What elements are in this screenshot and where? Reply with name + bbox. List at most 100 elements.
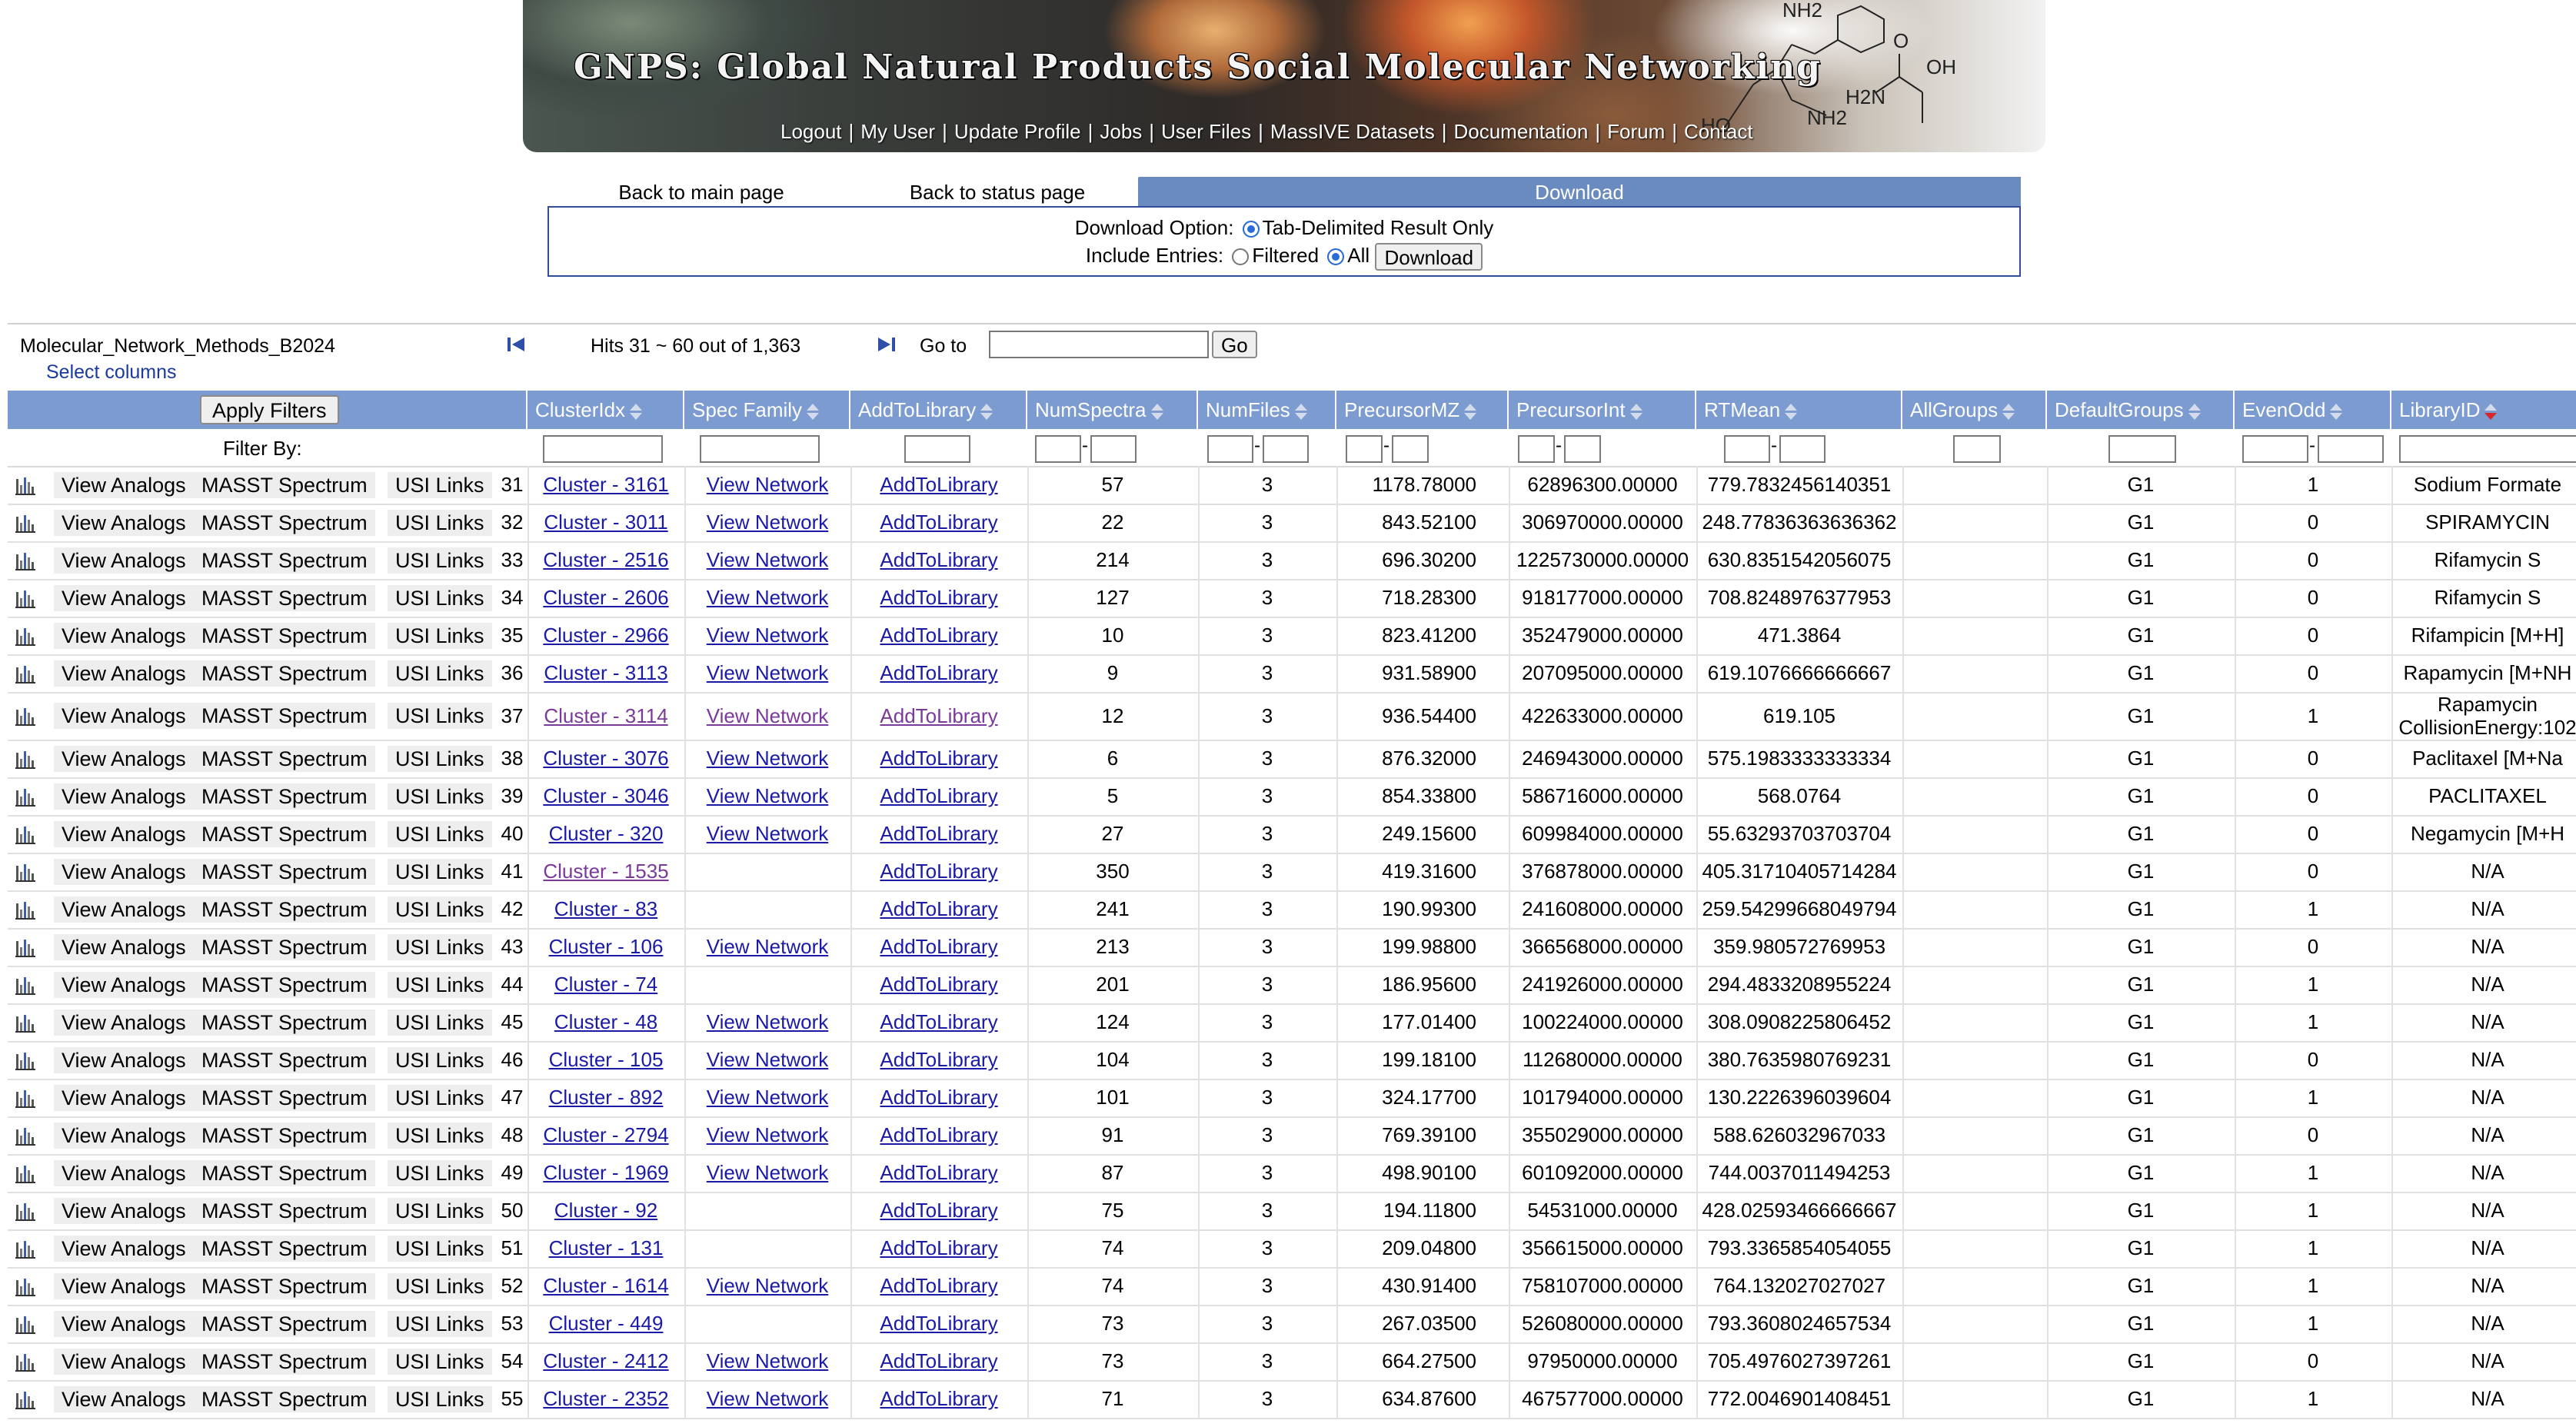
masst-spectrum-button[interactable]: MASST Spectrum: [194, 858, 375, 885]
cluster-link[interactable]: Cluster - 2966: [543, 624, 668, 647]
cluster-link[interactable]: Cluster - 3161: [543, 473, 668, 497]
select-columns-link[interactable]: Select columns: [46, 361, 177, 384]
spectrum-plot-icon[interactable]: [15, 625, 36, 647]
spectrum-plot-icon[interactable]: [15, 861, 36, 883]
usi-links-button[interactable]: USI Links: [388, 858, 492, 885]
view-network-link[interactable]: View Network: [707, 661, 828, 685]
header-rtmean[interactable]: RTMean: [1696, 391, 1902, 429]
add-to-library-link[interactable]: AddToLibrary: [880, 1010, 997, 1034]
masst-spectrum-button[interactable]: MASST Spectrum: [194, 745, 375, 772]
add-to-library-link[interactable]: AddToLibrary: [880, 586, 997, 610]
usi-links-button[interactable]: USI Links: [388, 584, 492, 611]
view-analogs-button[interactable]: View Analogs: [54, 622, 194, 649]
view-analogs-button[interactable]: View Analogs: [54, 471, 194, 498]
view-network-link[interactable]: View Network: [707, 1349, 828, 1373]
filter-numfiles-min-input[interactable]: [1207, 435, 1253, 463]
nav-contact[interactable]: Contact: [1684, 120, 1753, 143]
view-network-link[interactable]: View Network: [707, 1010, 828, 1034]
spectrum-plot-icon[interactable]: [15, 1351, 36, 1372]
sort-arrows-icon[interactable]: [2330, 403, 2343, 420]
add-to-library-link[interactable]: AddToLibrary: [880, 661, 997, 685]
cluster-link[interactable]: Cluster - 1969: [543, 1161, 668, 1185]
usi-links-button[interactable]: USI Links: [388, 820, 492, 847]
usi-links-button[interactable]: USI Links: [388, 1272, 492, 1299]
header-numfiles[interactable]: NumFiles: [1198, 391, 1336, 429]
nav-massive-datasets[interactable]: MassIVE Datasets: [1270, 120, 1435, 143]
header-evenodd[interactable]: EvenOdd: [2235, 391, 2391, 429]
filter-precursormz-max-input[interactable]: [1392, 435, 1429, 463]
sort-arrows-icon[interactable]: [1150, 403, 1163, 420]
usi-links-button[interactable]: USI Links: [388, 783, 492, 810]
masst-spectrum-button[interactable]: MASST Spectrum: [194, 1009, 375, 1036]
usi-links-button[interactable]: USI Links: [388, 1046, 492, 1073]
add-to-library-link[interactable]: AddToLibrary: [880, 1161, 997, 1185]
filter-numfiles-max-input[interactable]: [1263, 435, 1309, 463]
header-defaultgroups[interactable]: DefaultGroups: [2047, 391, 2235, 429]
add-to-library-link[interactable]: AddToLibrary: [880, 511, 997, 534]
add-to-library-link[interactable]: AddToLibrary: [880, 1236, 997, 1260]
filter-numspectra-min-input[interactable]: [1035, 435, 1081, 463]
cluster-link[interactable]: Cluster - 83: [554, 897, 657, 921]
tab-back-to-status[interactable]: Back to status page: [863, 177, 1132, 206]
view-analogs-button[interactable]: View Analogs: [54, 783, 194, 810]
usi-links-button[interactable]: USI Links: [388, 471, 492, 498]
usi-links-button[interactable]: USI Links: [388, 1009, 492, 1036]
spectrum-plot-icon[interactable]: [15, 512, 36, 534]
view-analogs-button[interactable]: View Analogs: [54, 896, 194, 923]
cluster-link[interactable]: Cluster - 1614: [543, 1274, 668, 1298]
view-analogs-button[interactable]: View Analogs: [54, 547, 194, 574]
masst-spectrum-button[interactable]: MASST Spectrum: [194, 1197, 375, 1224]
masst-spectrum-button[interactable]: MASST Spectrum: [194, 1385, 375, 1412]
apply-filters-button[interactable]: Apply Filters: [200, 395, 339, 424]
filter-precursorint-min-input[interactable]: [1518, 435, 1555, 463]
filter-defaultgroups-input[interactable]: [2108, 435, 2176, 463]
cluster-link[interactable]: Cluster - 3076: [543, 747, 668, 770]
filter-precursormz-min-input[interactable]: [1346, 435, 1383, 463]
spectrum-plot-icon[interactable]: [15, 663, 36, 684]
usi-links-button[interactable]: USI Links: [388, 1310, 492, 1337]
view-network-link[interactable]: View Network: [707, 1161, 828, 1185]
filter-addtolibrary-input[interactable]: [904, 435, 970, 463]
view-analogs-button[interactable]: View Analogs: [54, 1235, 194, 1262]
sort-arrows-icon[interactable]: [630, 403, 643, 420]
header-addtolibrary[interactable]: AddToLibrary: [850, 391, 1027, 429]
view-network-link[interactable]: View Network: [707, 624, 828, 647]
masst-spectrum-button[interactable]: MASST Spectrum: [194, 1310, 375, 1337]
sort-arrows-icon[interactable]: [2188, 403, 2201, 420]
cluster-link[interactable]: Cluster - 2352: [543, 1387, 668, 1411]
view-network-link[interactable]: View Network: [707, 1387, 828, 1411]
cluster-link[interactable]: Cluster - 131: [549, 1236, 664, 1260]
cluster-link[interactable]: Cluster - 3046: [543, 784, 668, 808]
view-network-link[interactable]: View Network: [707, 511, 828, 534]
view-analogs-button[interactable]: View Analogs: [54, 660, 194, 687]
header-numspectra[interactable]: NumSpectra: [1027, 391, 1198, 429]
cluster-link[interactable]: Cluster - 106: [549, 935, 664, 959]
spectrum-plot-icon[interactable]: [15, 1238, 36, 1259]
spectrum-plot-icon[interactable]: [15, 1389, 36, 1410]
add-to-library-link[interactable]: AddToLibrary: [880, 548, 997, 572]
view-analogs-button[interactable]: View Analogs: [54, 584, 194, 611]
usi-links-button[interactable]: USI Links: [388, 971, 492, 998]
cluster-link[interactable]: Cluster - 1535: [543, 860, 668, 883]
spectrum-plot-icon[interactable]: [15, 1087, 36, 1109]
nav-user-files[interactable]: User Files: [1161, 120, 1251, 143]
spectrum-plot-icon[interactable]: [15, 786, 36, 807]
go-button[interactable]: Go: [1212, 331, 1257, 358]
filter-rtmean-min-input[interactable]: [1724, 435, 1770, 463]
cluster-link[interactable]: Cluster - 105: [549, 1048, 664, 1072]
usi-links-button[interactable]: USI Links: [388, 1235, 492, 1262]
view-network-link[interactable]: View Network: [707, 1123, 828, 1147]
view-analogs-button[interactable]: View Analogs: [54, 933, 194, 960]
cluster-link[interactable]: Cluster - 92: [554, 1199, 657, 1222]
cluster-link[interactable]: Cluster - 449: [549, 1312, 664, 1336]
masst-spectrum-button[interactable]: MASST Spectrum: [194, 1159, 375, 1186]
view-analogs-button[interactable]: View Analogs: [54, 1310, 194, 1337]
masst-spectrum-button[interactable]: MASST Spectrum: [194, 1348, 375, 1375]
view-analogs-button[interactable]: View Analogs: [54, 1385, 194, 1412]
view-analogs-button[interactable]: View Analogs: [54, 820, 194, 847]
sort-arrows-icon[interactable]: [1785, 403, 1798, 420]
masst-spectrum-button[interactable]: MASST Spectrum: [194, 896, 375, 923]
nav-my-user[interactable]: My User: [860, 120, 935, 143]
spectrum-plot-icon[interactable]: [15, 823, 36, 845]
filter-numspectra-max-input[interactable]: [1090, 435, 1137, 463]
